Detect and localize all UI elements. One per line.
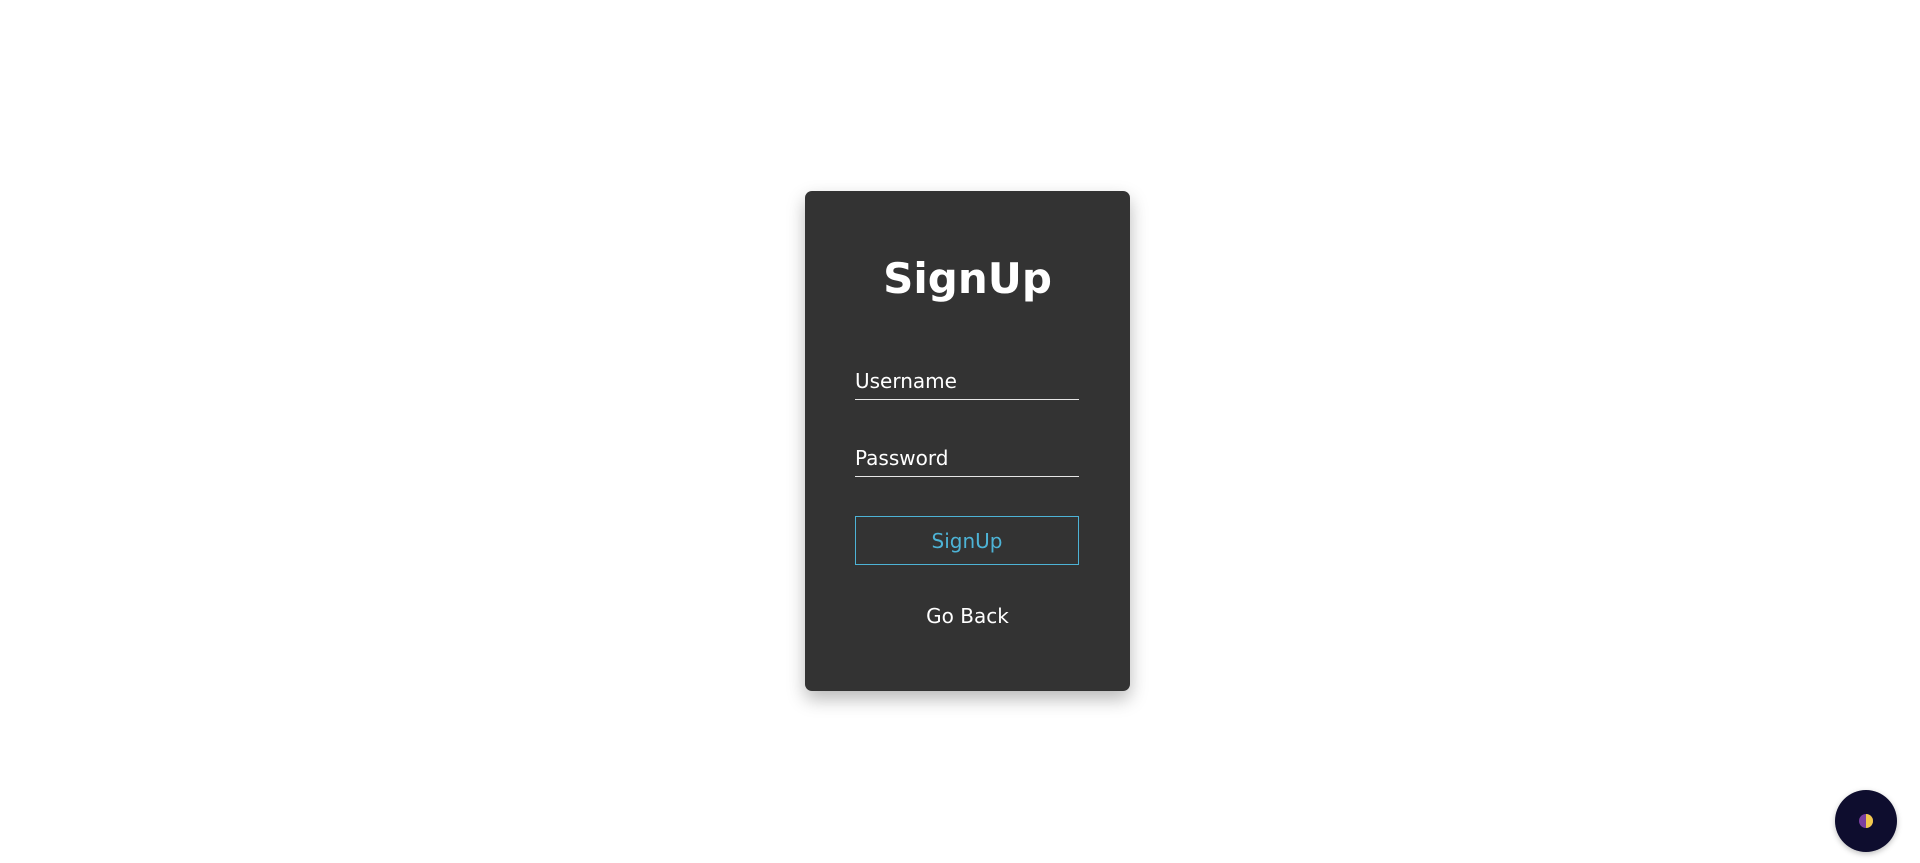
password-input[interactable] bbox=[855, 439, 1079, 477]
page: SignUp SignUp Go Back bbox=[0, 0, 1920, 863]
page-title: SignUp bbox=[883, 254, 1052, 303]
half-moon-icon bbox=[1859, 814, 1873, 828]
signup-button[interactable]: SignUp bbox=[855, 516, 1079, 565]
theme-toggle-button[interactable] bbox=[1835, 790, 1897, 852]
go-back-link[interactable]: Go Back bbox=[805, 601, 1130, 631]
signup-card: SignUp SignUp Go Back bbox=[805, 191, 1130, 691]
username-input[interactable] bbox=[855, 362, 1079, 400]
